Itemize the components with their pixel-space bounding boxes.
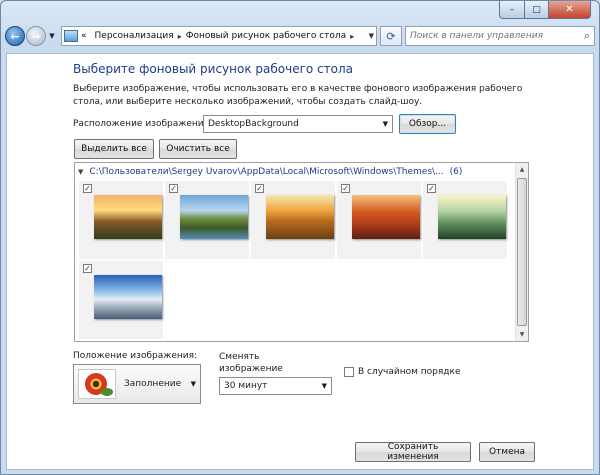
item-checkbox[interactable]: ✓ bbox=[341, 184, 350, 193]
clear-all-button[interactable]: Очистить все bbox=[159, 139, 237, 159]
picture-position-value: Заполнение bbox=[124, 379, 182, 389]
change-interval-value: 30 минут bbox=[224, 381, 268, 391]
minimize-button[interactable]: – bbox=[499, 1, 525, 19]
change-interval-select[interactable]: 30 минут ▼ bbox=[219, 377, 332, 395]
item-checkbox[interactable]: ✓ bbox=[83, 264, 92, 273]
cancel-button[interactable]: Отмена bbox=[479, 442, 535, 462]
content-pane: Выберите фоновый рисунок рабочего стола … bbox=[6, 53, 594, 470]
wallpaper-thumbnail[interactable] bbox=[266, 195, 334, 239]
wallpaper-thumbnail[interactable] bbox=[438, 195, 506, 239]
shuffle-checkbox[interactable] bbox=[344, 367, 354, 377]
chevron-down-icon: ▼ bbox=[321, 382, 327, 390]
collapse-chevron-icon[interactable]: ▼ bbox=[78, 168, 83, 176]
fill-preview-icon bbox=[78, 369, 116, 399]
select-all-button[interactable]: Выделить все bbox=[74, 139, 154, 159]
location-select[interactable]: DesktopBackground ▼ bbox=[203, 115, 393, 133]
breadcrumb-desktop-background[interactable]: Фоновый рисунок рабочего стола bbox=[186, 31, 347, 41]
recent-pages-dropdown-icon[interactable]: ▼ bbox=[47, 32, 57, 40]
maximize-button[interactable]: □ bbox=[525, 1, 549, 19]
item-checkbox[interactable]: ✓ bbox=[83, 184, 92, 193]
refresh-icon: ⟳ bbox=[386, 29, 396, 43]
shuffle-label: В случайном порядке bbox=[358, 367, 461, 377]
shuffle-option[interactable]: В случайном порядке bbox=[344, 367, 461, 377]
save-changes-button[interactable]: Сохранить изменения bbox=[355, 442, 471, 462]
gallery-item-misty-forest[interactable]: ✓ bbox=[423, 181, 507, 259]
gallery-group-header[interactable]: ▼ C:\Пользователи\Sergey Uvarov\AppData\… bbox=[78, 165, 462, 179]
location-value: DesktopBackground bbox=[208, 119, 299, 129]
chevron-down-icon: ▼ bbox=[190, 380, 196, 388]
gallery-item-autumn-tree[interactable]: ✓ bbox=[251, 181, 335, 259]
page-description: Выберите изображение, чтобы использовать… bbox=[73, 84, 523, 107]
scroll-up-icon[interactable]: ▲ bbox=[516, 163, 528, 176]
search-icon[interactable]: ⌕ bbox=[584, 29, 590, 43]
search-box[interactable]: ⌕ bbox=[405, 26, 595, 46]
page-title: Выберите фоновый рисунок рабочего стола bbox=[73, 62, 354, 76]
wallpaper-thumbnail[interactable] bbox=[352, 195, 420, 239]
wallpaper-thumbnail[interactable] bbox=[94, 195, 162, 239]
control-panel-icon bbox=[64, 30, 78, 42]
breadcrumb-separator-icon[interactable]: ▸ bbox=[178, 32, 182, 41]
gallery-item-green-valley[interactable]: ✓ bbox=[165, 181, 249, 259]
picture-gallery[interactable]: ▼ C:\Пользователи\Sergey Uvarov\AppData\… bbox=[74, 162, 529, 342]
breadcrumb-separator-icon[interactable]: ▸ bbox=[350, 32, 354, 41]
item-checkbox[interactable]: ✓ bbox=[255, 184, 264, 193]
breadcrumb-personalization[interactable]: Персонализация bbox=[95, 31, 174, 41]
wallpaper-thumbnail[interactable] bbox=[180, 195, 248, 239]
search-input[interactable] bbox=[410, 31, 584, 41]
wallpaper-thumbnail[interactable] bbox=[94, 275, 162, 319]
back-button[interactable]: ← bbox=[5, 26, 25, 46]
scroll-thumb[interactable] bbox=[517, 178, 527, 326]
breadcrumb-overflow[interactable]: « bbox=[81, 31, 87, 41]
picture-position-select[interactable]: Заполнение ▼ bbox=[73, 364, 201, 404]
gallery-item-sunrise-rocks[interactable]: ✓ bbox=[79, 181, 163, 259]
window: – □ ✕ ← → ▼ « Персонализация ▸ Фоновый р… bbox=[0, 0, 600, 475]
item-checkbox[interactable]: ✓ bbox=[169, 184, 178, 193]
gallery-item-snow-mountains[interactable]: ✓ bbox=[79, 261, 163, 339]
navigation-bar: ← → ▼ « Персонализация ▸ Фоновый рисунок… bbox=[5, 23, 595, 49]
caption-buttons: – □ ✕ bbox=[499, 1, 591, 19]
refresh-button[interactable]: ⟳ bbox=[380, 26, 402, 46]
scroll-down-icon[interactable]: ▼ bbox=[516, 328, 528, 341]
browse-button[interactable]: Обзор... bbox=[399, 114, 456, 134]
forward-button[interactable]: → bbox=[26, 26, 46, 46]
close-button[interactable]: ✕ bbox=[549, 1, 591, 19]
address-dropdown-icon[interactable]: ▼ bbox=[369, 32, 374, 40]
gallery-scrollbar[interactable]: ▲ ▼ bbox=[515, 163, 528, 341]
group-path: C:\Пользователи\Sergey Uvarov\AppData\Lo… bbox=[89, 167, 444, 177]
picture-position-label: Положение изображения: bbox=[73, 351, 198, 361]
address-bar[interactable]: « Персонализация ▸ Фоновый рисунок рабоч… bbox=[61, 26, 377, 46]
location-label: Расположение изображения: bbox=[73, 119, 213, 129]
group-count: (6) bbox=[449, 167, 463, 177]
gallery-item-red-canyon[interactable]: ✓ bbox=[337, 181, 421, 259]
chevron-down-icon: ▼ bbox=[382, 120, 388, 128]
item-checkbox[interactable]: ✓ bbox=[427, 184, 436, 193]
